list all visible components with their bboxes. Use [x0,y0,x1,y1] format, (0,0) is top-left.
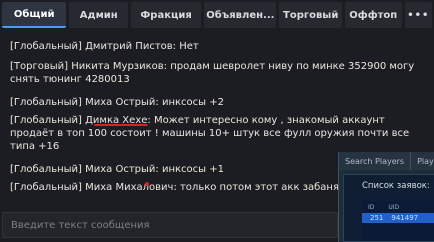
chat-message: [Глобальный] Миха Острый: инксосы +2 [10,97,224,108]
table-row[interactable]: 251 941497 [362,213,434,223]
more-tabs-button[interactable]: ••• [404,2,433,28]
overlay-tabs: Search Players Players [339,152,434,170]
overlay-body: Список заявок: ID UID 251 941497 [343,174,434,242]
tab-admin[interactable]: Админ [69,2,128,28]
row-id: 251 [370,214,384,222]
tab-search-players[interactable]: Search Players [339,152,412,170]
players-overlay-panel: Search Players Players Список заявок: ID… [338,152,434,242]
chat-message: [Глобальный] Димка Хехе: Может интересно… [10,114,424,153]
tab-players[interactable]: Players [411,152,434,170]
message-input[interactable]: Введите текст сообщения [2,212,338,238]
chat-message: [Глобальный] Дмитрий Пистов: Нет [10,41,199,52]
red-dot-marker [145,182,149,186]
requests-table: ID UID 251 941497 [362,201,434,241]
tab-ads[interactable]: Объявлен... [204,2,277,28]
column-uid: UID [388,204,400,211]
message-author-underlined: Димка Хехе [85,115,148,126]
message-prefix: [Глобальный] [10,115,86,126]
row-uid: 941497 [391,214,419,222]
tab-faction[interactable]: Фракция [131,2,202,28]
tab-offtopic[interactable]: Оффтоп [344,2,402,28]
chat-message: [Торговый] Никита Мурзиков: продам шевро… [10,61,415,85]
chat-tabs: Общий Админ Фракция Объявлен... Торговый… [2,2,433,28]
table-header: ID UID [362,201,434,211]
tab-trade[interactable]: Торговый [279,2,342,28]
tab-general[interactable]: Общий [2,2,67,28]
requests-title: Список заявок: [362,181,430,191]
column-id: ID [368,204,375,211]
